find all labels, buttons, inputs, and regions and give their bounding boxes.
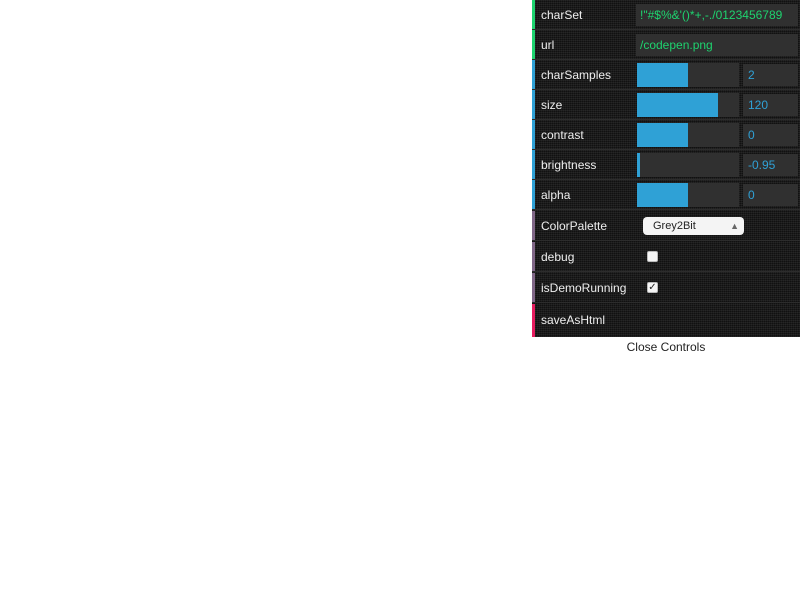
type-stripe — [532, 304, 535, 337]
control-label: isDemoRunning — [541, 281, 627, 295]
control-label: brightness — [541, 158, 597, 172]
size-value-input[interactable]: 120 — [743, 94, 798, 116]
control-row-charsamples: charSamples 2 — [532, 60, 800, 90]
control-label: debug — [541, 250, 575, 264]
brightness-value-input[interactable]: -0.95 — [743, 154, 798, 176]
control-label: ColorPalette — [541, 219, 608, 233]
slider-fill — [637, 93, 718, 117]
type-stripe — [532, 211, 535, 240]
control-label: size — [541, 98, 563, 112]
type-stripe — [532, 120, 535, 149]
close-controls-button[interactable]: Close Controls — [532, 337, 800, 357]
charset-input[interactable]: !"#$%&'()*+,-./0123456789 — [636, 4, 798, 26]
charsamples-value-input[interactable]: 2 — [743, 64, 798, 86]
brightness-slider[interactable] — [637, 153, 739, 177]
control-row-contrast: contrast 0 — [532, 120, 800, 150]
type-stripe — [532, 60, 535, 89]
control-label: alpha — [541, 188, 571, 202]
control-label: charSamples — [541, 68, 612, 82]
slider-fill — [637, 63, 688, 87]
control-row-isdemorunning: isDemoRunning ✓ — [532, 273, 800, 303]
control-label: charSet — [541, 8, 583, 22]
debug-checkbox[interactable] — [647, 251, 658, 262]
contrast-slider[interactable] — [637, 123, 739, 147]
size-slider[interactable] — [637, 93, 739, 117]
type-stripe — [532, 150, 535, 179]
slider-fill — [637, 153, 640, 177]
type-stripe — [532, 180, 535, 209]
slider-fill — [637, 183, 688, 207]
control-row-alpha: alpha 0 — [532, 180, 800, 210]
colorpalette-select[interactable]: Grey2Bit ▲ — [643, 217, 744, 235]
updown-arrows-icon: ▲ — [730, 221, 739, 231]
control-label: contrast — [541, 128, 584, 142]
type-stripe — [532, 0, 535, 29]
control-row-saveashtml[interactable]: saveAsHtml — [532, 304, 800, 337]
charsamples-slider[interactable] — [637, 63, 739, 87]
select-value: Grey2Bit — [653, 220, 696, 232]
control-row-brightness: brightness -0.95 — [532, 150, 800, 180]
type-stripe — [532, 273, 535, 302]
control-row-size: size 120 — [532, 90, 800, 120]
alpha-value-input[interactable]: 0 — [743, 184, 798, 206]
control-row-colorpalette: ColorPalette Grey2Bit ▲ — [532, 211, 800, 241]
saveashtml-button[interactable]: saveAsHtml — [541, 304, 605, 337]
alpha-slider[interactable] — [637, 183, 739, 207]
contrast-value-input[interactable]: 0 — [743, 124, 798, 146]
control-row-debug: debug — [532, 242, 800, 272]
slider-fill — [637, 123, 688, 147]
checkmark-icon: ✓ — [648, 282, 657, 293]
control-row-charset: charSet !"#$%&'()*+,-./0123456789 — [532, 0, 800, 30]
type-stripe — [532, 90, 535, 119]
type-stripe — [532, 242, 535, 271]
isdemorunning-checkbox[interactable]: ✓ — [647, 282, 658, 293]
controls-panel: charSet !"#$%&'()*+,-./0123456789 url /c… — [532, 0, 800, 337]
type-stripe — [532, 30, 535, 59]
url-input[interactable]: /codepen.png — [636, 34, 798, 56]
control-label: url — [541, 38, 555, 52]
control-row-url: url /codepen.png — [532, 30, 800, 60]
